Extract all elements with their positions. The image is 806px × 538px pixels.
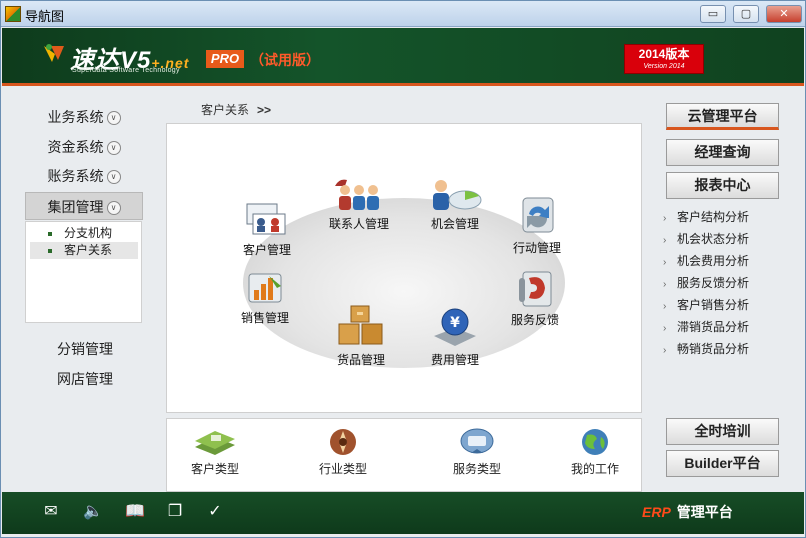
chevron-down-icon: ∨ bbox=[106, 141, 121, 156]
report-link-slow-moving-goods[interactable]: › 滞销货品分析 bbox=[663, 317, 783, 339]
report-link-opportunity-status[interactable]: › 机会状态分析 bbox=[663, 229, 783, 251]
group-submenu: 分支机构 客户关系 bbox=[25, 221, 142, 323]
chevron-right-icon: › bbox=[663, 235, 667, 246]
close-button[interactable]: ✕ bbox=[766, 5, 802, 23]
submenu-item-branches[interactable]: 分支机构 bbox=[30, 225, 138, 242]
report-link-customer-structure[interactable]: › 客户结构分析 bbox=[663, 207, 783, 229]
builder-platform-button[interactable]: Builder平台 bbox=[666, 450, 779, 477]
report-list: › 客户结构分析 › 机会状态分析 › 机会费用分析 › 服务反馈分析 › 客户销售分析 … bbox=[663, 207, 783, 361]
industry-type-icon bbox=[330, 429, 356, 455]
module-panel: 客户管理 联系人管理 机会管理 行动管理 销售管理 货品管理 ¥ 费用管理 服务… bbox=[166, 123, 642, 413]
service-type-icon bbox=[460, 428, 494, 454]
app-window: 导航图 ▭ ▢ ✕ 速达V5+.net Superdata Software T… bbox=[0, 0, 806, 538]
training-button[interactable]: 全时培训 bbox=[666, 418, 779, 445]
submenu-item-customer-relations[interactable]: 客户关系 bbox=[30, 242, 138, 259]
nav-online-store[interactable]: 网店管理 bbox=[25, 369, 145, 389]
close-icon: ✕ bbox=[779, 8, 789, 20]
logo-icon bbox=[44, 44, 64, 62]
manager-query-button[interactable]: 经理查询 bbox=[666, 139, 779, 166]
chevron-right-icon: › bbox=[663, 301, 667, 312]
industry-type[interactable]: 行业类型 bbox=[303, 427, 383, 477]
product-tagline: Superdata Software Technology bbox=[72, 67, 180, 74]
mail-icon[interactable]: ✉ bbox=[40, 502, 62, 522]
contact-management[interactable]: 联系人管理 bbox=[319, 176, 399, 232]
maximize-icon: ▢ bbox=[740, 8, 752, 20]
settings-panel: 客户类型 行业类型 服务类型 我的工作 bbox=[166, 418, 642, 492]
check-circle-icon[interactable]: ✓ bbox=[204, 502, 226, 522]
breadcrumb-arrow: >> bbox=[257, 103, 272, 117]
app-icon bbox=[5, 6, 21, 22]
bullet-icon bbox=[48, 232, 52, 236]
cloud-platform-button[interactable]: 云管理平台 bbox=[666, 103, 779, 130]
opportunity-management[interactable]: 机会管理 bbox=[415, 176, 495, 232]
status-bar: ✉ 🔈 📖 ❐ ✓ ERP 管理平台 bbox=[2, 492, 804, 534]
sales-management[interactable]: 销售管理 bbox=[225, 270, 305, 326]
report-link-customer-sales[interactable]: › 客户销售分析 bbox=[663, 295, 783, 317]
contacts-people-icon bbox=[335, 179, 379, 210]
speaker-icon[interactable]: 🔈 bbox=[82, 502, 104, 522]
globe-icon bbox=[582, 429, 608, 455]
nav-funds-system[interactable]: 资金系统 ∨ bbox=[25, 133, 143, 161]
trial-label: （试用版） bbox=[250, 52, 320, 68]
customer-type-icon bbox=[195, 431, 235, 455]
sales-bars-icon bbox=[248, 273, 282, 303]
goods-management[interactable]: 货品管理 bbox=[321, 304, 401, 368]
title-bar: 导航图 ▭ ▢ ✕ bbox=[1, 1, 805, 27]
nav-distribution[interactable]: 分销管理 bbox=[25, 339, 145, 359]
chevron-down-icon: ∨ bbox=[106, 111, 121, 126]
nav-group-management[interactable]: 集团管理 ∨ bbox=[25, 192, 143, 220]
pro-badge: PRO bbox=[206, 50, 244, 68]
report-link-service-feedback[interactable]: › 服务反馈分析 bbox=[663, 273, 783, 295]
my-work[interactable]: 我的工作 bbox=[555, 427, 635, 477]
boxes-icon bbox=[338, 305, 383, 345]
action-management[interactable]: 行动管理 bbox=[497, 196, 577, 256]
svg-text:¥: ¥ bbox=[450, 315, 460, 331]
bullet-icon bbox=[48, 249, 52, 253]
copy-icon[interactable]: ❐ bbox=[164, 502, 186, 522]
chevron-right-icon: › bbox=[663, 279, 667, 290]
window-title: 导航图 bbox=[25, 9, 65, 24]
service-feedback[interactable]: 服务反馈 bbox=[495, 270, 575, 328]
chevron-right-icon: › bbox=[663, 323, 667, 334]
yen-coin-icon: ¥ bbox=[434, 308, 476, 346]
chevron-right-icon: › bbox=[663, 213, 667, 224]
erp-platform-label: ERP 管理平台 bbox=[642, 504, 733, 520]
book-icon[interactable]: 📖 bbox=[124, 502, 146, 522]
header-banner: 速达V5+.net Superdata Software Technology … bbox=[2, 28, 804, 86]
report-link-opportunity-cost[interactable]: › 机会费用分析 bbox=[663, 251, 783, 273]
opportunity-chart-icon bbox=[433, 180, 482, 210]
maximize-button[interactable]: ▢ bbox=[733, 5, 759, 23]
breadcrumb-current: 客户关系 bbox=[201, 103, 250, 117]
customer-management[interactable]: 客户管理 bbox=[227, 202, 307, 258]
expense-management[interactable]: ¥ 费用管理 bbox=[415, 306, 495, 368]
chevron-right-icon: › bbox=[663, 257, 667, 268]
chevron-down-icon: ∨ bbox=[106, 170, 121, 185]
report-center-button[interactable]: 报表中心 bbox=[666, 172, 779, 199]
version-badge: 2014版本 Version 2014 bbox=[624, 44, 704, 74]
service-type[interactable]: 服务类型 bbox=[437, 427, 517, 477]
minimize-icon: ▭ bbox=[707, 8, 719, 20]
minimize-button[interactable]: ▭ bbox=[700, 5, 726, 23]
breadcrumb: 客户关系 >> bbox=[201, 101, 271, 118]
chevron-right-icon: › bbox=[663, 345, 667, 356]
customer-cards-icon bbox=[246, 203, 286, 235]
report-link-best-selling-goods[interactable]: › 畅销货品分析 bbox=[663, 339, 783, 361]
chevron-down-icon: ∨ bbox=[106, 201, 121, 216]
nav-business-system[interactable]: 业务系统 ∨ bbox=[25, 103, 143, 131]
phone-icon bbox=[519, 271, 552, 307]
refresh-arrows-icon bbox=[522, 197, 554, 233]
nav-accounting-system[interactable]: 账务系统 ∨ bbox=[25, 162, 143, 190]
customer-type[interactable]: 客户类型 bbox=[175, 427, 255, 477]
